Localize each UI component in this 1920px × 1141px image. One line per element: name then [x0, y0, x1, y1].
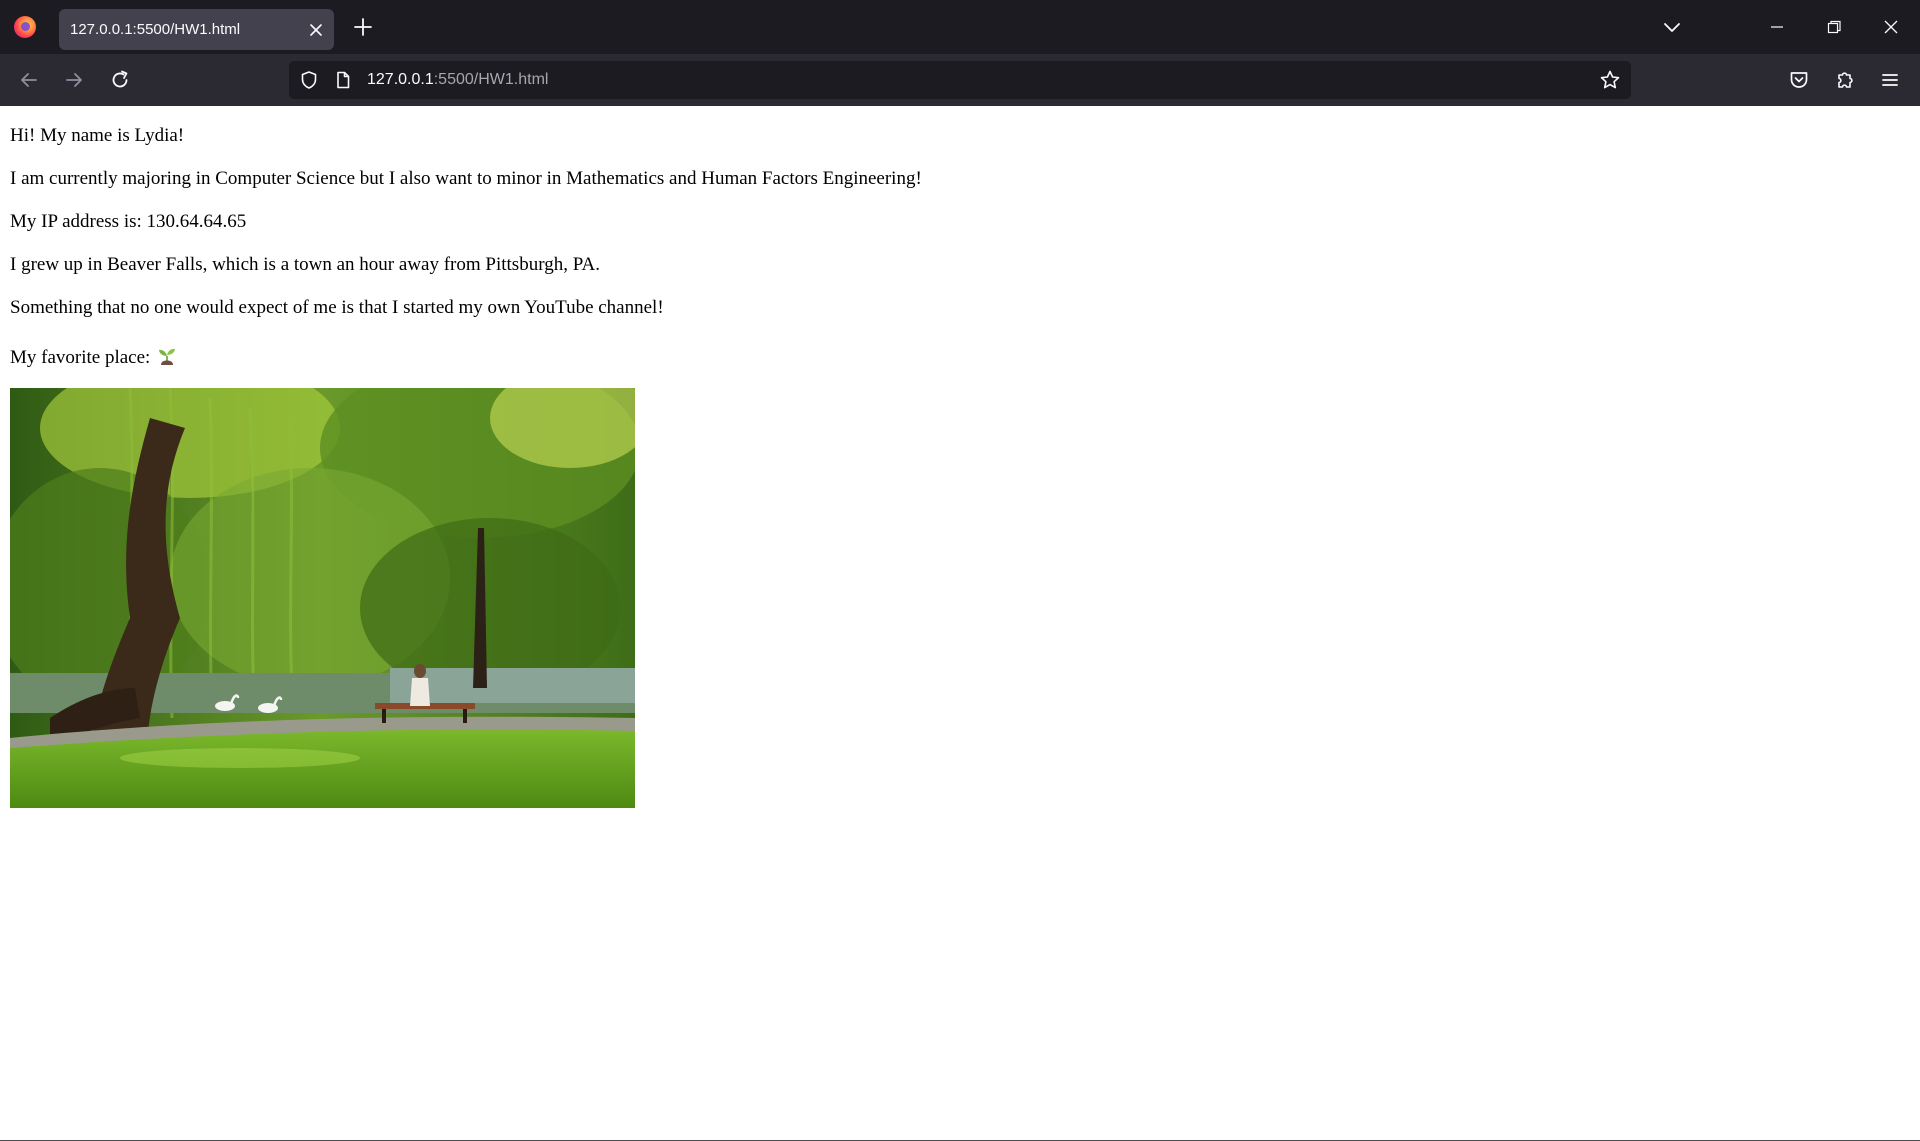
url-host: 127.0.0.1 — [367, 71, 434, 88]
favorite-place-line: My favorite place: — [10, 344, 178, 369]
navigation-toolbar: 127.0.0.1:5500/HW1.html — [0, 54, 1920, 106]
firefox-logo-icon[interactable] — [14, 16, 36, 38]
window-minimize-icon[interactable] — [1762, 12, 1792, 42]
list-all-tabs-chevron-down-icon[interactable] — [1660, 15, 1684, 39]
page-content: Hi! My name is Lydia! I am currently maj… — [0, 106, 1920, 1141]
hometown-text: I grew up in Beaver Falls, which is a to… — [10, 254, 600, 275]
surprise-fact-text: Something that no one would expect of me… — [10, 297, 664, 318]
back-arrow-icon[interactable] — [17, 68, 41, 92]
browser-titlebar: 127.0.0.1:5500/HW1.html — [0, 0, 1920, 54]
ip-address-text: My IP address is: 130.64.64.65 — [10, 211, 247, 232]
tracking-protection-shield-icon[interactable] — [299, 70, 319, 90]
tab-hw1[interactable]: 127.0.0.1:5500/HW1.html — [59, 9, 334, 50]
pocket-icon[interactable] — [1787, 68, 1811, 92]
major-text: I am currently majoring in Computer Scie… — [10, 168, 922, 189]
intro-text: Hi! My name is Lydia! — [10, 125, 185, 146]
tab-title: 127.0.0.1:5500/HW1.html — [70, 21, 241, 38]
window-close-icon[interactable] — [1876, 12, 1906, 42]
url-path: :5500/HW1.html — [433, 71, 549, 88]
bookmark-star-icon[interactable] — [1599, 69, 1621, 91]
url-text[interactable]: 127.0.0.1:5500/HW1.html — [367, 61, 548, 99]
seedling-icon — [156, 344, 178, 366]
new-tab-plus-icon[interactable] — [351, 15, 375, 39]
window-restore-icon[interactable] — [1819, 12, 1849, 42]
hamburger-menu-icon[interactable] — [1878, 68, 1902, 92]
page-info-document-icon[interactable] — [333, 70, 353, 90]
favorite-place-photo — [10, 388, 635, 808]
forward-arrow-icon[interactable] — [62, 68, 86, 92]
extensions-puzzle-icon[interactable] — [1833, 68, 1857, 92]
favorite-place-label: My favorite place: — [10, 347, 151, 368]
address-bar[interactable]: 127.0.0.1:5500/HW1.html — [289, 61, 1631, 99]
tab-close-icon[interactable] — [306, 20, 326, 40]
reload-icon[interactable] — [108, 68, 132, 92]
